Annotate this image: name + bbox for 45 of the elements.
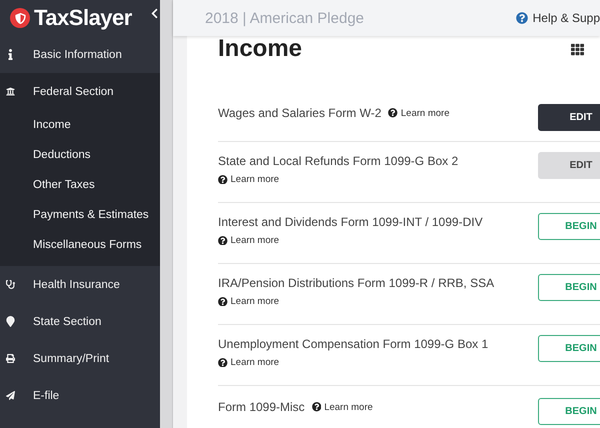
sidebar-item[interactable]: E-file	[0, 377, 160, 414]
sidebar-item[interactable]: State Section	[0, 303, 160, 340]
stethoscope-icon	[6, 279, 15, 290]
help-icon	[218, 236, 228, 246]
return-title: 2018 | American Pledge	[205, 10, 364, 26]
sidebar-item[interactable]: Health Insurance	[0, 266, 160, 303]
learn-more-link[interactable]: Learn more	[218, 235, 280, 246]
sidebar-subitem[interactable]: Income	[0, 110, 160, 140]
sidebar-subitem[interactable]: Deductions	[0, 140, 160, 170]
help-icon	[218, 174, 228, 184]
income-item-label: State and Local Refunds Form 1099-G Box 2	[218, 154, 458, 168]
learn-more-link[interactable]: Learn more	[218, 174, 280, 185]
edit-button[interactable]: EDIT	[538, 104, 600, 131]
help-icon	[388, 108, 398, 118]
grid-icon[interactable]	[571, 42, 584, 56]
income-item-label: Wages and Salaries Form W-2	[218, 106, 382, 120]
logo-text: TaxSlayer	[34, 5, 132, 31]
help-icon	[516, 12, 528, 24]
sidebar-subitem[interactable]: Other Taxes	[0, 170, 160, 200]
income-item-label: Form 1099-Misc	[218, 400, 305, 414]
sidebar-subitem[interactable]: Miscellaneous Forms	[0, 230, 160, 260]
learn-more-link[interactable]: Learn more	[312, 402, 373, 412]
sidebar-item[interactable]: Basic Information	[0, 36, 160, 73]
learn-more-link[interactable]: Learn more	[218, 357, 280, 368]
logo-icon	[10, 8, 30, 28]
help-link[interactable]: Help & Supp	[516, 11, 600, 25]
info-icon	[6, 49, 15, 60]
learn-more-link[interactable]: Learn more	[218, 296, 280, 307]
bank-icon	[6, 86, 15, 97]
income-item-label: Unemployment Compensation Form 1099-G Box 1	[218, 337, 488, 351]
edit-button[interactable]: EDIT	[538, 152, 600, 179]
collapse-icon[interactable]	[149, 8, 160, 19]
help-icon	[312, 402, 322, 412]
sidebar-item[interactable]: Summary/Print	[0, 340, 160, 377]
income-item-label: Interest and Dividends Form 1099-INT / 1099-DIV	[218, 215, 483, 229]
print-icon	[6, 353, 15, 364]
help-icon	[218, 296, 228, 306]
paper-plane-icon	[6, 390, 15, 401]
help-icon	[218, 358, 228, 368]
learn-more-link[interactable]: Learn more	[388, 108, 450, 118]
page-title: Income	[218, 36, 302, 63]
sidebar-item[interactable]: Federal Section	[0, 73, 160, 110]
income-item-label: IRA/Pension Distributions Form 1099-R / RRB, SSA	[218, 276, 494, 290]
map-pin-icon	[6, 316, 15, 327]
sidebar-subitem[interactable]: Payments & Estimates	[0, 200, 160, 230]
